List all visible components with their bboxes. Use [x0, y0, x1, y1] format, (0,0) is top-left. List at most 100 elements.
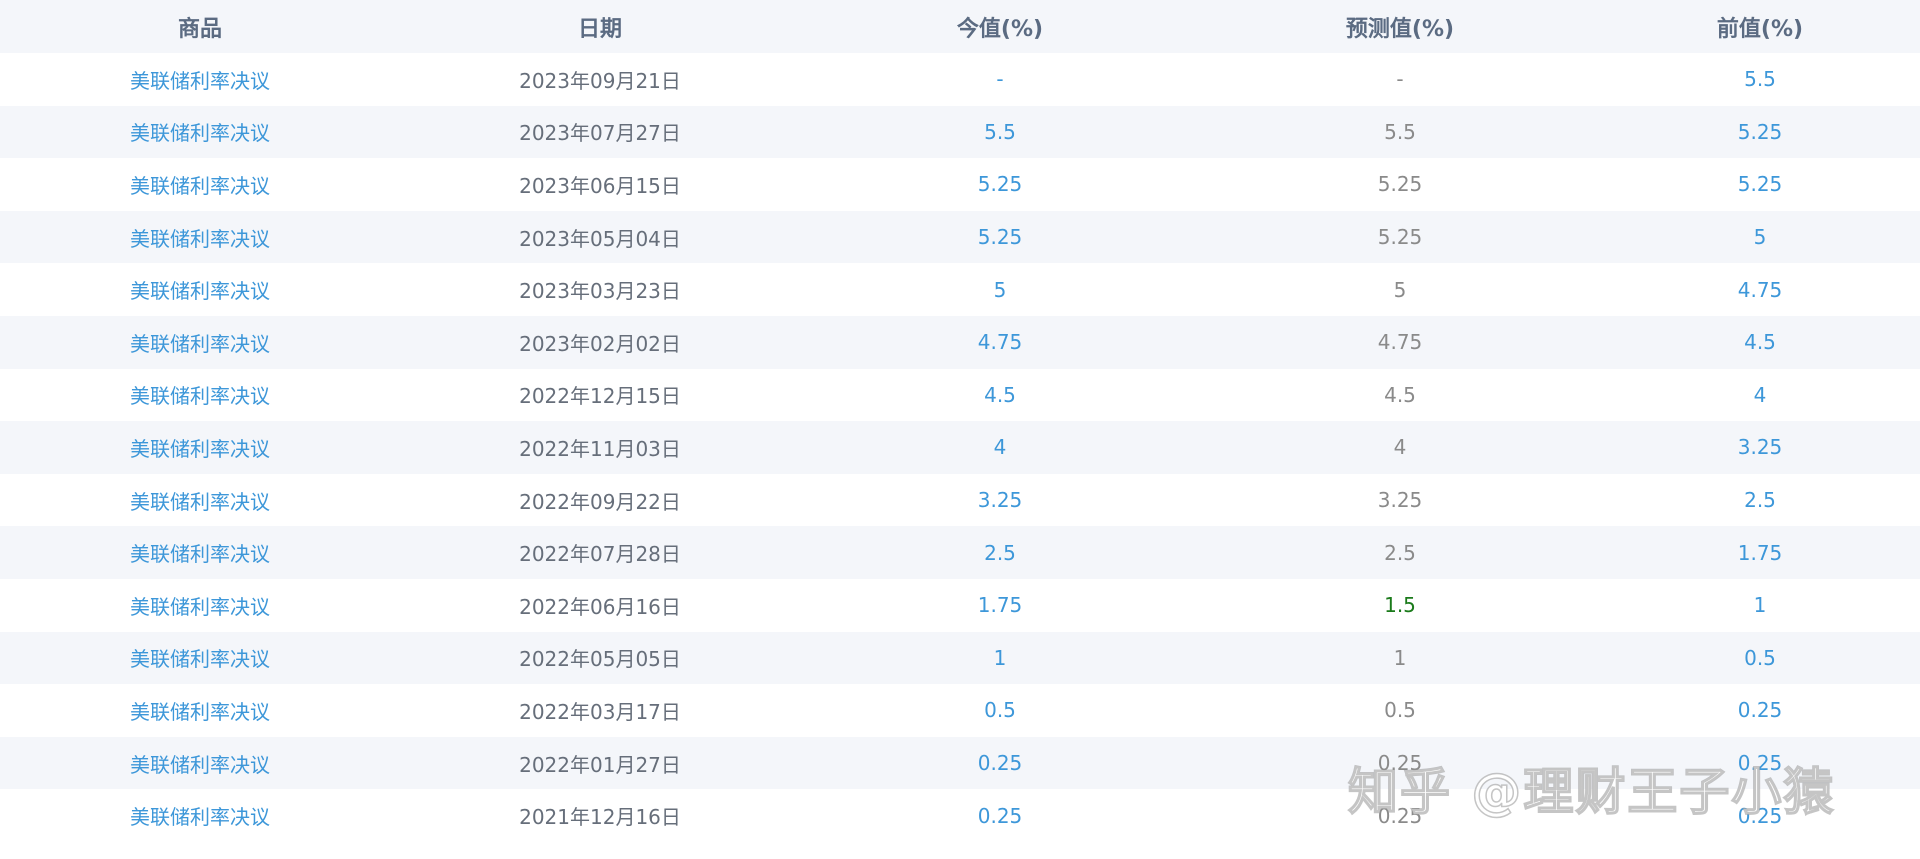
product-name-link-cell: 美联储利率决议 [0, 170, 400, 199]
actual-value: - [996, 67, 1004, 92]
forecast-value-cell: 0.25 [1200, 804, 1600, 828]
product-name-link[interactable]: 美联储利率决议 [130, 437, 270, 461]
table-row: 美联储利率决议 2023年03月23日 5 5 4.75 [0, 263, 1920, 316]
table-row: 美联储利率决议 2022年09月22日 3.25 3.25 2.5 [0, 473, 1920, 527]
rate-decision-table: 商品 日期 今值(%) 预测值(%) 前值(%) 美联储利率决议 2023年09月… [0, 0, 1920, 842]
previous-value-cell: 0.25 [1600, 698, 1920, 722]
date-value: 2022年07月28日 [519, 542, 681, 567]
product-name-link-cell: 美联储利率决议 [0, 433, 400, 462]
product-name-link[interactable]: 美联储利率决议 [130, 227, 270, 251]
actual-value: 1 [993, 645, 1007, 670]
date-value-cell: 2021年12月16日 [400, 801, 800, 830]
product-name-link[interactable]: 美联储利率决议 [130, 542, 270, 566]
previous-value-cell: 1 [1600, 593, 1920, 617]
forecast-value: 5.25 [1377, 172, 1423, 197]
product-name-link[interactable]: 美联储利率决议 [130, 490, 270, 514]
forecast-value-cell: - [1200, 67, 1600, 91]
previous-value: 0.25 [1737, 698, 1783, 723]
previous-value-cell: 1.75 [1600, 541, 1920, 565]
previous-value-cell: 5.25 [1600, 172, 1920, 196]
forecast-value: 2.5 [1384, 540, 1416, 565]
product-name-link-cell: 美联储利率决议 [0, 65, 400, 94]
previous-value-cell: 4.75 [1600, 278, 1920, 302]
product-name-link-cell: 美联储利率决议 [0, 643, 400, 672]
forecast-value-cell: 4 [1200, 435, 1600, 459]
forecast-value-cell: 3.25 [1200, 488, 1600, 512]
actual-value: 0.25 [977, 751, 1023, 776]
date-value-cell: 2022年06月16日 [400, 591, 800, 620]
table-row: 美联储利率决议 2023年05月04日 5.25 5.25 5 [0, 210, 1920, 264]
header-now[interactable]: 今值(%) [800, 11, 1200, 43]
product-name-link-cell: 美联储利率决议 [0, 275, 400, 304]
actual-value-cell: 3.25 [800, 488, 1200, 512]
date-value: 2022年09月22日 [519, 489, 681, 514]
previous-value: 4.5 [1744, 330, 1776, 355]
product-name-link-cell: 美联储利率决议 [0, 538, 400, 567]
product-name-link[interactable]: 美联储利率决议 [130, 753, 270, 777]
header-date[interactable]: 日期 [400, 11, 800, 43]
header-prev[interactable]: 前值(%) [1600, 11, 1920, 43]
date-value-cell: 2023年03月23日 [400, 275, 800, 304]
date-value-cell: 2022年03月17日 [400, 696, 800, 725]
forecast-value: 0.25 [1377, 803, 1423, 828]
previous-value: 0.25 [1737, 751, 1783, 776]
table-row: 美联储利率决议 2023年06月15日 5.25 5.25 5.25 [0, 158, 1920, 211]
product-name-link[interactable]: 美联储利率决议 [130, 595, 270, 619]
forecast-value-cell: 5 [1200, 278, 1600, 302]
table-row: 美联储利率决议 2022年12月15日 4.5 4.5 4 [0, 368, 1920, 422]
date-value: 2023年05月04日 [519, 226, 681, 251]
product-name-link[interactable]: 美联储利率决议 [130, 279, 270, 303]
previous-value-cell: 0.25 [1600, 751, 1920, 775]
date-value: 2022年06月16日 [519, 594, 681, 619]
forecast-value: 4.75 [1377, 330, 1423, 355]
actual-value-cell: 4.75 [800, 330, 1200, 354]
actual-value: 5.5 [984, 119, 1016, 144]
table-body: 美联储利率决议 2023年09月21日 - - 5.5 美联储利率决议 2023年07月27… [0, 53, 1920, 842]
date-value-cell: 2022年11月03日 [400, 433, 800, 462]
product-name-link[interactable]: 美联储利率决议 [130, 69, 270, 93]
actual-value-cell: 5.25 [800, 225, 1200, 249]
forecast-value-cell: 4.75 [1200, 330, 1600, 354]
previous-value: 0.25 [1737, 803, 1783, 828]
actual-value: 2.5 [984, 540, 1016, 565]
forecast-value: 5.25 [1377, 225, 1423, 250]
previous-value: 1 [1753, 593, 1767, 618]
table-row: 美联储利率决议 2022年07月28日 2.5 2.5 1.75 [0, 526, 1920, 579]
header-name[interactable]: 商品 [0, 11, 400, 43]
product-name-link[interactable]: 美联储利率决议 [130, 805, 270, 829]
actual-value-cell: - [800, 67, 1200, 91]
date-value: 2023年07月27日 [519, 121, 681, 146]
product-name-link[interactable]: 美联储利率决议 [130, 700, 270, 724]
table-row: 美联储利率决议 2022年11月03日 4 4 3.25 [0, 421, 1920, 474]
forecast-value-cell: 5.5 [1200, 120, 1600, 144]
table-row: 美联储利率决议 2023年02月02日 4.75 4.75 4.5 [0, 315, 1920, 369]
date-value: 2022年11月03日 [519, 436, 681, 461]
product-name-link-cell: 美联储利率决议 [0, 223, 400, 252]
date-value-cell: 2022年05月05日 [400, 643, 800, 672]
product-name-link[interactable]: 美联储利率决议 [130, 332, 270, 356]
table-row: 美联储利率决议 2023年09月21日 - - 5.5 [0, 53, 1920, 106]
product-name-link-cell: 美联储利率决议 [0, 380, 400, 409]
date-value: 2023年06月15日 [519, 173, 681, 198]
date-value-cell: 2023年09月21日 [400, 65, 800, 94]
product-name-link[interactable]: 美联储利率决议 [130, 174, 270, 198]
date-value: 2023年02月02日 [519, 331, 681, 356]
table-row: 美联储利率决议 2021年12月16日 0.25 0.25 0.25 [0, 789, 1920, 842]
date-value: 2022年03月17日 [519, 699, 681, 724]
actual-value-cell: 5.5 [800, 120, 1200, 144]
table-row: 美联储利率决议 2022年01月27日 0.25 0.25 0.25 [0, 736, 1920, 790]
product-name-link[interactable]: 美联储利率决议 [130, 384, 270, 408]
previous-value: 5.25 [1737, 172, 1783, 197]
forecast-value-cell: 1.5 [1200, 593, 1600, 617]
date-value-cell: 2023年07月27日 [400, 117, 800, 146]
previous-value-cell: 4 [1600, 383, 1920, 407]
actual-value-cell: 4 [800, 435, 1200, 459]
product-name-link[interactable]: 美联储利率决议 [130, 121, 270, 145]
actual-value-cell: 5.25 [800, 172, 1200, 196]
header-forecast[interactable]: 预测值(%) [1200, 11, 1600, 43]
forecast-value-cell: 1 [1200, 646, 1600, 670]
forecast-value: 1 [1393, 645, 1407, 670]
actual-value: 5.25 [977, 172, 1023, 197]
product-name-link[interactable]: 美联储利率决议 [130, 647, 270, 671]
product-name-link-cell: 美联储利率决议 [0, 696, 400, 725]
